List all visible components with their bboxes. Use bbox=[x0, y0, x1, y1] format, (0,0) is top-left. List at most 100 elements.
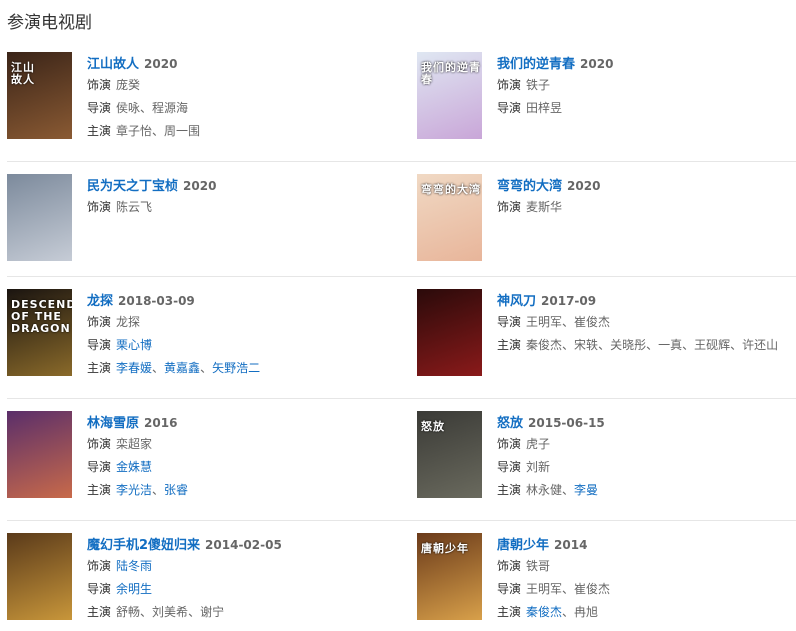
separator: 、 bbox=[562, 338, 575, 352]
person-name: 崔俊杰 bbox=[574, 582, 611, 596]
person-name: 刘美希 bbox=[152, 605, 189, 619]
title-line: 民为天之丁宝桢 2020 bbox=[87, 174, 216, 196]
person-link[interactable]: 李春媛 bbox=[116, 361, 152, 375]
drama-title-link[interactable]: 我们的逆青春 bbox=[497, 57, 575, 72]
person-name: 冉旭 bbox=[574, 605, 599, 619]
credit-label: 主演 bbox=[497, 483, 522, 497]
drama-info: 林海雪原 2016 饰演 栾超家 导演 金姝慧 主演 李光洁、张睿 bbox=[87, 411, 188, 520]
credit-label: 主演 bbox=[497, 338, 522, 352]
drama-row: 魔幻手机2傻妞归来 2014-02-05 饰演 陆冬雨 导演 余明生 主演 舒畅、刘美希、谢宁… bbox=[7, 521, 796, 631]
drama-poster[interactable]: 我们的逆青春 bbox=[417, 52, 482, 139]
title-line: 林海雪原 2016 bbox=[87, 411, 188, 433]
drama-row: 江山 故人 江山故人 2020 饰演 庞癸 导演 侯咏、程源海 主演 章子怡、周一围 我们的逆青春… bbox=[7, 40, 796, 162]
person-name: 麦斯华 bbox=[526, 200, 563, 214]
person-name: 舒畅 bbox=[116, 605, 141, 619]
separator: 、 bbox=[140, 605, 153, 619]
person-link[interactable]: 矢野浩二 bbox=[212, 361, 260, 375]
drama-info: 民为天之丁宝桢 2020 饰演 陈云飞 bbox=[87, 174, 216, 276]
drama-row: DESCENDANTS OF THE DRAGON龙探2018-03-09饰演龙… bbox=[7, 277, 796, 399]
title-line: 神风刀 2017-09 bbox=[497, 289, 778, 311]
credit-line: 主演 秦俊杰、冉旭 bbox=[497, 601, 610, 624]
person-link[interactable]: 黄嘉鑫 bbox=[164, 361, 200, 375]
person-name: 林永健 bbox=[526, 483, 563, 497]
credit-line: 饰演 陆冬雨 bbox=[87, 555, 282, 578]
drama-year: 2020 bbox=[567, 179, 601, 193]
person-link[interactable]: 陆冬雨 bbox=[116, 559, 152, 573]
drama-year: 2020 bbox=[183, 179, 217, 193]
credit-label: 主演 bbox=[87, 361, 112, 375]
credit-line: 主演 李光洁、张睿 bbox=[87, 479, 188, 502]
drama-info: 龙探 2018-03-09 饰演 龙探 导演 栗心博 主演 李春媛、黄嘉鑫、矢野浩二 bbox=[87, 289, 260, 398]
drama-year: 2014-02-05 bbox=[205, 538, 282, 552]
drama-info: 我们的逆青春 2020 饰演 铁子 导演 田梓昱 bbox=[497, 52, 613, 161]
drama-poster[interactable]: 怒放 bbox=[417, 411, 482, 498]
separator: 、 bbox=[646, 338, 659, 352]
credit-line: 主演 章子怡、周一围 bbox=[87, 120, 200, 143]
person-link[interactable]: 金姝慧 bbox=[116, 460, 152, 474]
person-name: 王砚辉 bbox=[694, 338, 731, 352]
credit-line: 导演 金姝慧 bbox=[87, 456, 188, 479]
credit-label: 饰演 bbox=[497, 559, 522, 573]
drama-title-link[interactable]: 龙探 bbox=[87, 294, 113, 309]
credit-label: 饰演 bbox=[87, 200, 112, 214]
person-link[interactable]: 李光洁 bbox=[116, 483, 152, 497]
drama-info: 怒放 2015-06-15 饰演 虎子 导演 刘新 主演 林永健、李曼 bbox=[497, 411, 605, 520]
drama-poster[interactable]: 弯弯的大湾 bbox=[417, 174, 482, 261]
person-name: 庞癸 bbox=[116, 78, 141, 92]
credit-label: 导演 bbox=[87, 338, 112, 352]
drama-title-link[interactable]: 民为天之丁宝桢 bbox=[87, 179, 178, 194]
drama-poster[interactable]: DESCENDANTS OF THE DRAGON bbox=[7, 289, 72, 376]
credit-label: 主演 bbox=[87, 605, 112, 619]
separator: 、 bbox=[562, 582, 575, 596]
drama-card: 江山 故人 江山故人 2020 饰演 庞癸 导演 侯咏、程源海 主演 章子怡、周一围 bbox=[7, 40, 417, 161]
drama-card: 魔幻手机2傻妞归来 2014-02-05 饰演 陆冬雨 导演 余明生 主演 舒畅、刘美希、谢宁 bbox=[7, 521, 417, 631]
drama-card: 我们的逆青春 我们的逆青春 2020 饰演 铁子 导演 田梓昱 bbox=[417, 40, 796, 161]
person-link[interactable]: 栗心博 bbox=[116, 338, 152, 352]
person-link[interactable]: 秦俊杰 bbox=[526, 605, 562, 619]
person-name: 陈云飞 bbox=[116, 200, 153, 214]
credit-line: 饰演 虎子 bbox=[497, 433, 605, 456]
person-name: 栾超家 bbox=[116, 437, 153, 451]
person-name: 关晓彤 bbox=[610, 338, 647, 352]
credit-label: 导演 bbox=[497, 460, 522, 474]
drama-title-link[interactable]: 魔幻手机2傻妞归来 bbox=[87, 538, 200, 553]
drama-title-link[interactable]: 江山故人 bbox=[87, 57, 139, 72]
credit-line: 主演 李春媛、黄嘉鑫、矢野浩二 bbox=[87, 357, 260, 380]
poster-text: 唐朝少年 bbox=[421, 542, 469, 555]
drama-poster[interactable] bbox=[7, 174, 72, 261]
person-name: 王明军 bbox=[526, 582, 563, 596]
drama-card: 怒放 怒放 2015-06-15 饰演 虎子 导演 刘新 主演 林永健、李曼 bbox=[417, 399, 796, 520]
poster-text: 怒放 bbox=[421, 420, 445, 433]
separator: 、 bbox=[562, 315, 575, 329]
credit-line: 饰演 铁哥 bbox=[497, 555, 610, 578]
person-link[interactable]: 余明生 bbox=[116, 582, 152, 596]
drama-poster[interactable] bbox=[7, 411, 72, 498]
drama-title-link[interactable]: 唐朝少年 bbox=[497, 538, 549, 553]
poster-text: DESCENDANTS OF THE DRAGON bbox=[11, 298, 72, 335]
title-line: 唐朝少年 2014 bbox=[497, 533, 610, 555]
person-link[interactable]: 李曼 bbox=[574, 483, 598, 497]
person-name: 侯咏 bbox=[116, 101, 141, 115]
separator: 、 bbox=[730, 338, 743, 352]
section-title: 参演电视剧 bbox=[7, 13, 92, 33]
drama-title-link[interactable]: 神风刀 bbox=[497, 294, 536, 309]
drama-poster[interactable]: 唐朝少年 bbox=[417, 533, 482, 620]
credit-line: 导演 栗心博 bbox=[87, 334, 260, 357]
drama-title-link[interactable]: 弯弯的大湾 bbox=[497, 179, 562, 194]
drama-title-link[interactable]: 怒放 bbox=[497, 416, 523, 431]
drama-info: 唐朝少年 2014 饰演 铁哥 导演 王明军、崔俊杰 主演 秦俊杰、冉旭 bbox=[497, 533, 610, 631]
credit-line: 饰演 栾超家 bbox=[87, 433, 188, 456]
drama-poster[interactable] bbox=[417, 289, 482, 376]
separator: 、 bbox=[598, 338, 611, 352]
person-name: 王明军 bbox=[526, 315, 563, 329]
drama-title-link[interactable]: 林海雪原 bbox=[87, 416, 139, 431]
drama-year: 2020 bbox=[580, 57, 614, 71]
credit-label: 饰演 bbox=[497, 78, 522, 92]
drama-poster[interactable]: 江山 故人 bbox=[7, 52, 72, 139]
tv-drama-grid: 江山 故人 江山故人 2020 饰演 庞癸 导演 侯咏、程源海 主演 章子怡、周一围 我们的逆青春… bbox=[7, 40, 796, 631]
credit-label: 导演 bbox=[87, 582, 112, 596]
separator: 、 bbox=[152, 483, 165, 497]
drama-poster[interactable] bbox=[7, 533, 72, 620]
title-line: 我们的逆青春 2020 bbox=[497, 52, 613, 74]
person-link[interactable]: 张睿 bbox=[164, 483, 188, 497]
